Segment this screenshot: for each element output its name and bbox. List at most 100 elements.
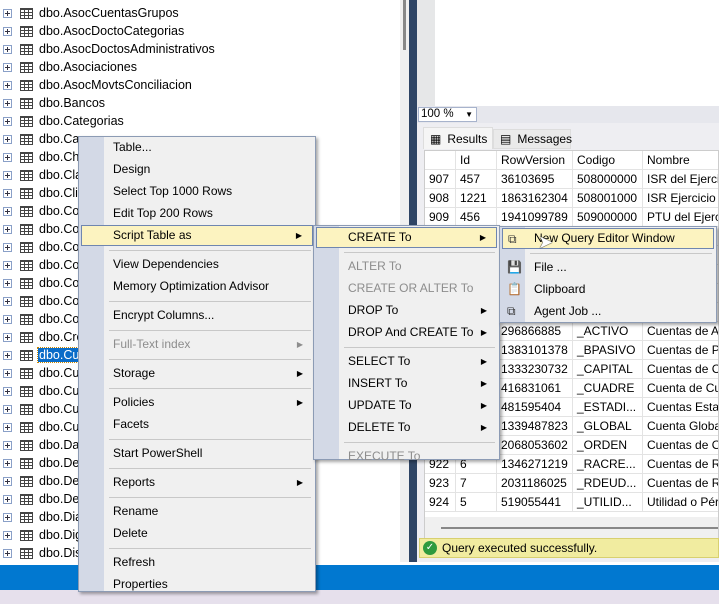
expand-icon[interactable] (3, 404, 12, 414)
grid-cell[interactable]: 2068053602 (497, 436, 573, 455)
expand-icon[interactable] (3, 476, 12, 486)
tab-results[interactable]: ▦ Results (423, 127, 493, 149)
grid-cell[interactable]: Cuentas de Activo (643, 322, 718, 341)
expand-icon[interactable] (3, 278, 12, 288)
expand-icon[interactable] (3, 422, 12, 432)
menu-item[interactable]: ⧉ New Query Editor Window (502, 228, 714, 249)
tree-item[interactable]: dbo.Cre (0, 328, 84, 346)
menu-item[interactable]: Storage ▶ (81, 363, 313, 384)
grid-cell[interactable]: Cuentas de Pasivo (643, 341, 718, 360)
menu-item[interactable]: Delete (81, 523, 313, 544)
menu-item[interactable]: Start PowerShell (81, 443, 313, 464)
expand-icon[interactable] (3, 368, 12, 378)
tree-item[interactable]: dbo.Asociaciones (0, 58, 138, 76)
tree-item[interactable]: dbo.AsocDoctoCategorias (0, 22, 185, 40)
tree-item[interactable]: dbo.Cli (0, 184, 79, 202)
tree-item[interactable]: dbo.Cla (0, 166, 83, 184)
grid-cell[interactable]: 296866885 (497, 322, 573, 341)
tree-item[interactable]: dbo.Cu (0, 418, 80, 436)
grid-cell[interactable]: 416831061 (497, 379, 573, 398)
column-header[interactable]: Id (456, 151, 497, 170)
menu-item[interactable]: Facets (81, 414, 313, 435)
grid-cell[interactable]: 36103695 (497, 170, 573, 189)
grid-cell[interactable]: _GLOBAL (573, 417, 643, 436)
grid-cell[interactable]: 1941099789 (497, 208, 573, 227)
menu-item[interactable]: ⧉ Agent Job ... (502, 301, 714, 322)
menu-item[interactable]: Design (81, 159, 313, 180)
grid-cell[interactable]: Cuentas de Orden (643, 436, 718, 455)
expand-icon[interactable] (3, 188, 12, 198)
tree-item[interactable]: dbo.AsocDoctosAdministrativos (0, 40, 216, 58)
grid-cell[interactable]: 481595404 (497, 398, 573, 417)
menu-item[interactable]: Memory Optimization Advisor (81, 276, 313, 297)
grid-cell[interactable]: Cuentas de Re (643, 474, 718, 493)
tree-item[interactable]: dbo.De (0, 490, 80, 508)
menu-item[interactable]: Table... (81, 137, 313, 158)
grid-cell[interactable]: Cuenta Global (643, 417, 718, 436)
tree-item[interactable]: dbo.Dia (0, 508, 83, 526)
grid-cell[interactable]: PTU del Ejercicio (643, 208, 718, 227)
menu-item[interactable]: DROP And CREATE To ▶ (316, 322, 497, 343)
grid-cell[interactable]: 7 (456, 474, 497, 493)
expand-icon[interactable] (3, 386, 12, 396)
grid-cell[interactable]: Cuentas de Re (643, 455, 718, 474)
grid-cell[interactable]: Cuentas Estad (643, 398, 718, 417)
expand-icon[interactable] (3, 548, 12, 558)
tree-item[interactable]: dbo.Co (0, 238, 80, 256)
grid-cell[interactable]: Cuentas de Capital (643, 360, 718, 379)
menu-item[interactable]: SELECT To ▶ (316, 351, 497, 372)
menu-item[interactable]: DROP To ▶ (316, 300, 497, 321)
menu-item[interactable]: 📋 Clipboard (502, 279, 714, 300)
tree-item[interactable]: dbo.Dig (0, 526, 83, 544)
menu-item[interactable]: Script Table as ▶ (81, 225, 313, 246)
grid-cell[interactable]: 908 (425, 189, 456, 208)
grid-cell[interactable]: 508000000 (573, 170, 643, 189)
grid-cell[interactable]: 1333230732 (497, 360, 573, 379)
grid-cell[interactable]: Cuenta de Cuadre (643, 379, 718, 398)
expand-icon[interactable] (3, 80, 12, 90)
expand-icon[interactable] (3, 242, 12, 252)
menu-item[interactable]: Rename (81, 501, 313, 522)
grid-cell[interactable]: _ACTIVO (573, 322, 643, 341)
menu-item[interactable]: View Dependencies (81, 254, 313, 275)
query-editor[interactable] (435, 0, 719, 106)
tree-item[interactable]: dbo.AsocCuentasGrupos (0, 4, 180, 22)
tree-item[interactable]: dbo.Co (0, 310, 80, 328)
column-header[interactable]: Codigo (573, 151, 643, 170)
menu-item[interactable]: CREATE To ▶ (316, 227, 497, 248)
grid-cell[interactable]: 1221 (456, 189, 497, 208)
tree-item[interactable]: dbo.Ch (0, 148, 80, 166)
tree-item[interactable]: dbo.Co (0, 202, 80, 220)
tree-item[interactable]: dbo.Co (0, 220, 80, 238)
tree-item[interactable]: dbo.De (0, 472, 80, 490)
grid-cell[interactable]: Utilidad o Pérdi (643, 493, 718, 512)
expand-icon[interactable] (3, 458, 12, 468)
menu-item[interactable]: INSERT To ▶ (316, 373, 497, 394)
tab-messages[interactable]: ▤ Messages (493, 129, 572, 149)
tree-item[interactable]: dbo.Ca (0, 130, 80, 148)
expand-icon[interactable] (3, 296, 12, 306)
expand-icon[interactable] (3, 134, 12, 144)
grid-cell[interactable]: _RACRE... (573, 455, 643, 474)
grid-cell[interactable]: _ORDEN (573, 436, 643, 455)
grid-cell[interactable]: _BPASIVO (573, 341, 643, 360)
grid-horizontal-scrollbar[interactable] (425, 517, 718, 539)
expand-icon[interactable] (3, 170, 12, 180)
menu-item[interactable]: Select Top 1000 Rows (81, 181, 313, 202)
column-header[interactable]: Nombre (643, 151, 718, 170)
grid-cell[interactable]: _RDEUD... (573, 474, 643, 493)
grid-cell[interactable]: 508001000 (573, 189, 643, 208)
grid-cell[interactable]: _CAPITAL (573, 360, 643, 379)
tree-item[interactable]: dbo.Co (0, 274, 80, 292)
menu-item[interactable]: 💾 File ... (502, 257, 714, 278)
expand-icon[interactable] (3, 62, 12, 72)
tree-item[interactable]: dbo.Cu (0, 346, 82, 364)
tree-item[interactable]: dbo.Co (0, 292, 80, 310)
expand-icon[interactable] (3, 152, 12, 162)
expand-icon[interactable] (3, 206, 12, 216)
grid-cell[interactable]: 2031186025 (497, 474, 573, 493)
tree-item[interactable]: dbo.Cu (0, 364, 80, 382)
tree-item[interactable]: dbo.Dis (0, 544, 82, 562)
tree-item[interactable]: dbo.Cu (0, 400, 80, 418)
menu-item[interactable]: Reports ▶ (81, 472, 313, 493)
